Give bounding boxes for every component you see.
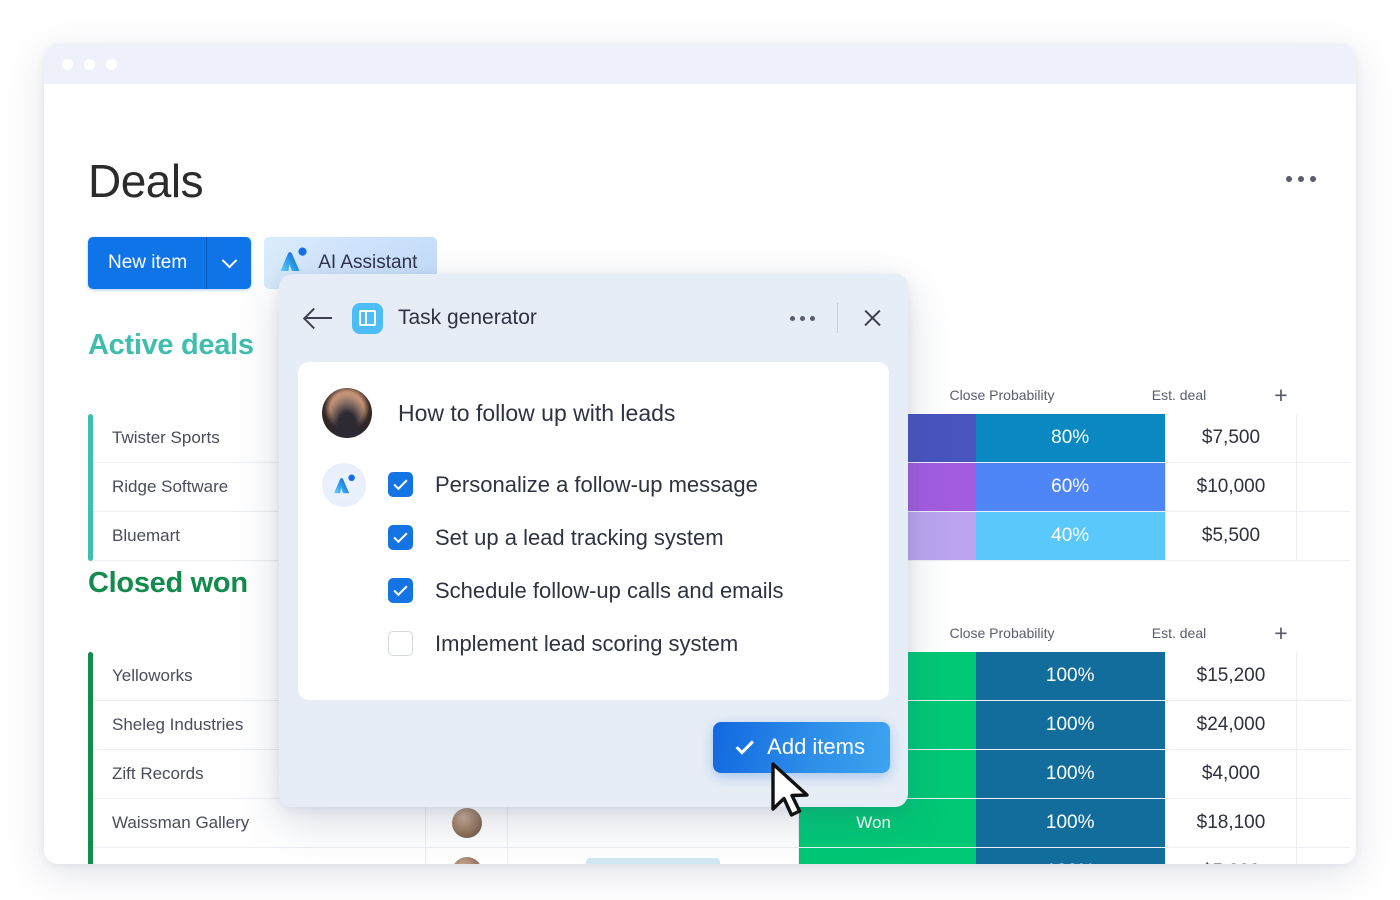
cell-close-probability[interactable]: 100%: [975, 701, 1165, 749]
topic-title: How to follow up with leads: [398, 399, 676, 426]
plus-icon: +: [1274, 381, 1288, 408]
add-column-button[interactable]: +: [1252, 381, 1310, 408]
cell-close-probability[interactable]: 80%: [975, 414, 1165, 462]
traffic-light-minimize-icon[interactable]: [84, 58, 95, 70]
cell-close-probability[interactable]: 60%: [975, 463, 1165, 511]
avatar: [451, 857, 482, 864]
screen: Deals New item AI Assistant Active deals…: [0, 0, 1400, 900]
group-accent-bar: [88, 414, 93, 561]
cell-est-deal[interactable]: $18,100: [1164, 799, 1298, 847]
cell-deal-name: SFF Cruise: [88, 848, 427, 864]
task-checkbox[interactable]: [388, 578, 413, 603]
cell-close-probability[interactable]: 100%: [975, 799, 1165, 847]
task-item[interactable]: Set up a lead tracking system: [322, 511, 865, 564]
task-label: Schedule follow-up calls and emails: [435, 577, 784, 603]
plus-icon: +: [1274, 619, 1288, 646]
modal-header: Task generator: [279, 274, 908, 362]
task-label: Implement lead scoring system: [435, 630, 739, 656]
cell-status-color: [948, 701, 976, 749]
close-icon[interactable]: [860, 306, 884, 330]
task-item[interactable]: Implement lead scoring system: [322, 617, 865, 670]
group-title-closed-won: Closed won: [88, 567, 248, 599]
group-accent-bar: [88, 652, 93, 864]
add-items-button[interactable]: Add items: [713, 722, 890, 773]
cell-empty: [1297, 799, 1351, 847]
group-title-active-deals: Active deals: [88, 329, 254, 361]
cell-est-deal[interactable]: $24,000: [1164, 701, 1298, 749]
task-checkbox[interactable]: [388, 631, 413, 656]
check-icon: [393, 582, 408, 597]
user-avatar: [322, 388, 372, 438]
avatar: [451, 808, 482, 838]
ai-sparkle-icon: [322, 462, 366, 507]
ai-assistant-label: AI Assistant: [318, 252, 418, 273]
add-column-button[interactable]: +: [1252, 619, 1310, 646]
cell-status-color: [948, 848, 976, 864]
cell-status-color: [948, 652, 976, 700]
check-icon: [393, 529, 408, 544]
back-arrow-icon[interactable]: [305, 306, 335, 330]
cell-est-deal[interactable]: $10,000: [1164, 463, 1298, 511]
task-label: Set up a lead tracking system: [435, 524, 724, 550]
traffic-light-close-icon[interactable]: [62, 58, 73, 70]
cell-empty: [1297, 463, 1351, 511]
column-header-close-probability: Close Probability: [949, 387, 1055, 403]
page-title: Deals: [88, 155, 204, 207]
cell-status-color: [948, 463, 976, 511]
header-divider: [837, 303, 838, 333]
check-icon: [735, 735, 755, 755]
traffic-light-maximize-icon[interactable]: [106, 58, 117, 70]
task-item[interactable]: Personalize a follow-up message: [322, 458, 865, 511]
cell-est-deal[interactable]: $4,000: [1164, 750, 1298, 798]
cell-close-probability[interactable]: 100%: [975, 848, 1165, 864]
board-overflow-menu-icon[interactable]: [1286, 176, 1316, 182]
window-titlebar: [44, 44, 1356, 84]
task-label: Personalize a follow-up message: [435, 471, 758, 497]
modal-overflow-menu-icon[interactable]: [790, 315, 815, 321]
task-item[interactable]: Schedule follow-up calls and emails: [322, 564, 865, 617]
cell-empty: [1297, 701, 1351, 749]
cell-status-color: [948, 414, 976, 462]
task-list-card: How to follow up with leads Personalize …: [298, 362, 889, 700]
task-generator-modal: Task generator How to follow up with lea…: [279, 274, 908, 807]
column-header-close-probability: Close Probability: [949, 625, 1055, 641]
column-header-est-deal: Est. deal: [1151, 387, 1207, 403]
cell-stage[interactable]: Won: [798, 848, 949, 864]
cell-owner[interactable]: Hannah Gluck: [508, 848, 799, 864]
new-item-label: New item: [108, 251, 188, 273]
column-header-est-deal: Est. deal: [1151, 625, 1207, 641]
cell-empty: [1297, 512, 1351, 560]
cell-close-probability[interactable]: 100%: [975, 652, 1165, 700]
chevron-down-icon: [221, 252, 237, 268]
cell-status-color: [948, 799, 976, 847]
new-item-dropdown-button[interactable]: [207, 237, 251, 289]
doc-panel-icon: [352, 302, 383, 334]
owner-chip: Hannah Gluck: [586, 858, 720, 864]
modal-title: Task generator: [398, 306, 537, 329]
modal-footer: Add items: [279, 700, 908, 807]
cell-est-deal[interactable]: $7,500: [1164, 414, 1298, 462]
cell-est-deal[interactable]: $15,200: [1164, 652, 1298, 700]
cell-est-deal[interactable]: $5,500: [1164, 512, 1298, 560]
new-item-button[interactable]: New item: [88, 237, 252, 289]
check-icon: [393, 476, 408, 491]
cell-owner-avatar[interactable]: [426, 848, 509, 864]
cell-est-deal[interactable]: $5,800: [1164, 848, 1298, 864]
cell-status-color: [948, 512, 976, 560]
cell-empty: [1297, 652, 1351, 700]
table-row[interactable]: SFF Cruise Hannah Gluck Won 100% $5,800: [88, 848, 1351, 864]
cell-empty: [1297, 750, 1351, 798]
cell-close-probability[interactable]: 40%: [975, 512, 1165, 560]
task-checkbox[interactable]: [388, 525, 413, 550]
cell-empty: [1297, 414, 1351, 462]
add-items-label: Add items: [767, 734, 865, 759]
cell-empty: [1297, 848, 1351, 864]
topic-row: How to follow up with leads: [322, 388, 865, 438]
task-checkbox[interactable]: [388, 472, 413, 497]
cell-status-color: [948, 750, 976, 798]
cell-close-probability[interactable]: 100%: [975, 750, 1165, 798]
